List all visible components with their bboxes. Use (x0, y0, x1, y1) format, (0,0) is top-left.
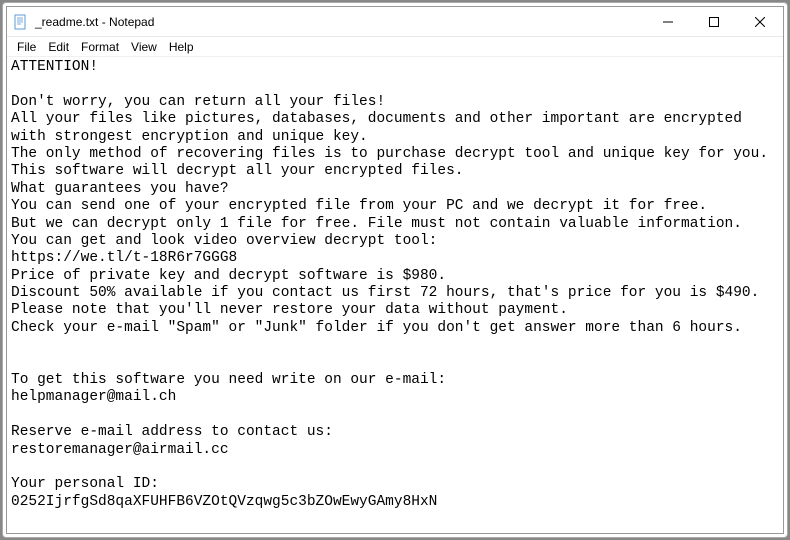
titlebar: _readme.txt - Notepad (7, 7, 783, 37)
text-editor-content[interactable]: ATTENTION! Don't worry, you can return a… (7, 57, 783, 533)
close-button[interactable] (737, 7, 783, 36)
maximize-button[interactable] (691, 7, 737, 36)
menu-format[interactable]: Format (75, 39, 125, 55)
window-controls (645, 7, 783, 36)
notepad-app-icon (13, 14, 29, 30)
minimize-button[interactable] (645, 7, 691, 36)
menu-edit[interactable]: Edit (42, 39, 75, 55)
menu-file[interactable]: File (11, 39, 42, 55)
menubar: File Edit Format View Help (7, 37, 783, 57)
menu-help[interactable]: Help (163, 39, 200, 55)
window-title: _readme.txt - Notepad (35, 15, 645, 29)
menu-view[interactable]: View (125, 39, 163, 55)
notepad-window: _readme.txt - Notepad File Edit Format V… (6, 6, 784, 534)
